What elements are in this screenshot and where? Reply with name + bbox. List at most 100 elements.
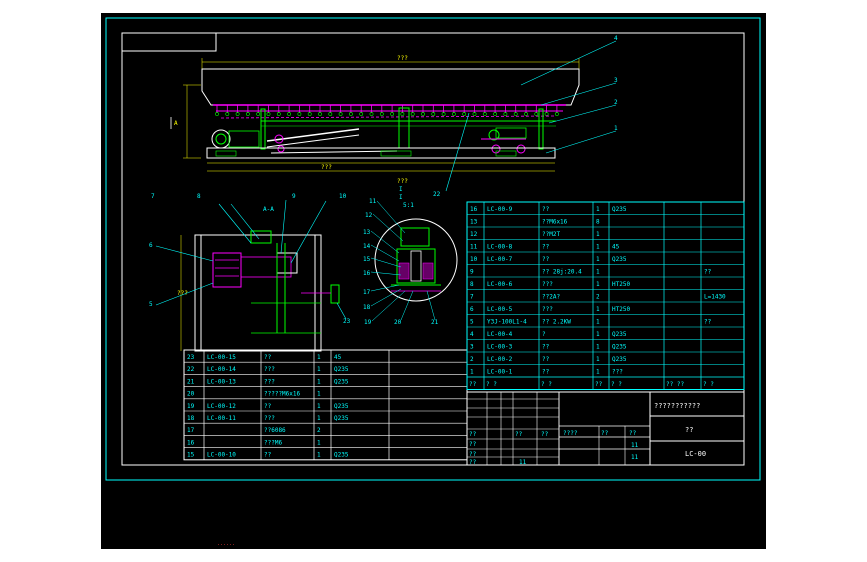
bom-right-code: LC-00-3 — [487, 344, 513, 351]
bom-right-no: 9 — [470, 269, 474, 276]
bom-left-name: ?? — [264, 403, 272, 410]
bom-right-note: ?? — [704, 319, 712, 326]
bom-left-no: 18 — [187, 415, 195, 422]
callout-14: 14 — [363, 243, 371, 250]
callout-19: 19 — [364, 319, 372, 326]
bom-right-qty: 1 — [596, 344, 600, 351]
bom-right-qty: 1 — [596, 206, 600, 213]
bom-right-name: ?? 2.2KW — [542, 319, 571, 326]
bom-left-qty: 1 — [317, 378, 321, 385]
bom-right-code: LC-00-1 — [487, 369, 513, 376]
bom-left-qty: 2 — [317, 427, 321, 434]
bom-right-name: ??? — [542, 306, 553, 313]
bom-left-no: 22 — [187, 366, 195, 373]
bom-right-name: ??? — [542, 281, 553, 288]
tb-mid-value-1: 11 — [631, 442, 639, 449]
detail-leaders — [370, 200, 436, 322]
bom-right-header-cell: ?? ?? — [666, 381, 684, 388]
callout-3: 3 — [614, 77, 618, 84]
bom-right-header-cell: ?? — [595, 381, 603, 388]
detail-view-label: I — [399, 194, 403, 201]
bom-right-code: LC-00-8 — [487, 244, 513, 251]
callout-1: 1 — [614, 125, 618, 132]
bom-right-no: 10 — [470, 256, 478, 263]
callout-17: 17 — [363, 289, 371, 296]
bom-left-no: 16 — [187, 439, 195, 446]
bom-right-mat: 45 — [612, 244, 620, 251]
bom-right-qty: 1 — [596, 306, 600, 313]
callout-5: 5 — [149, 301, 153, 308]
tb-extra-2: 11 — [519, 459, 527, 466]
callout-22: 22 — [433, 191, 441, 198]
bom-right-qty: 1 — [596, 269, 600, 276]
bom-right-name: ?? — [542, 369, 550, 376]
bom-left-mat: Q235 — [334, 378, 349, 385]
bom-left-qty: 1 — [317, 439, 321, 446]
tb-mid-value-2: 11 — [631, 454, 639, 461]
tb-mid-label-0: ???? — [563, 430, 578, 437]
bom-right-no: 4 — [470, 331, 474, 338]
bom-right-mat: HT250 — [612, 281, 630, 288]
tb-sign-1: ?? — [469, 441, 477, 448]
bom-left-no: 23 — [187, 354, 195, 361]
bom-right-no: 11 — [470, 244, 478, 251]
bom-right-mat: HT250 — [612, 306, 630, 313]
tb-sign-3: ?? — [469, 459, 477, 466]
bom-right-qty: 1 — [596, 369, 600, 376]
bom-left-no: 15 — [187, 452, 195, 459]
bom-left-no: 21 — [187, 378, 195, 385]
detail-label: I — [399, 186, 403, 193]
bom-right-note: L=1430 — [704, 294, 726, 301]
bom-left-qty: 1 — [317, 452, 321, 459]
callout-8: 8 — [197, 193, 201, 200]
detail-scale: 5:1 — [403, 202, 414, 209]
detail-view: I 5:1 11 12 13 14 15 16 17 18 19 20 21 — [363, 194, 458, 326]
tb-mid-label-1: ?? — [601, 430, 609, 437]
callout-20: 20 — [394, 319, 402, 326]
bom-right-header-cell: ?? — [469, 381, 477, 388]
bom-right-code: LC-00-2 — [487, 356, 513, 363]
bom-left-no: 19 — [187, 403, 195, 410]
bom-left-name: ???M6 — [264, 439, 282, 446]
bom-right-mat: ??? — [612, 369, 623, 376]
bom-right-name: ??2A? — [542, 294, 560, 301]
bom-left-table: 23 LC-00-15?? 1 4522 LC-00-14??? 1 Q23521 LC-00… — [183, 349, 468, 461]
drawing-name: ??????????? — [654, 402, 700, 410]
bom-right-code: LC-00-5 — [487, 306, 513, 313]
bom-right-no: 1 — [470, 369, 474, 376]
bom-right-name: ?? — [542, 244, 550, 251]
bom-left-name: ??? — [264, 366, 275, 373]
bom-right-name: ?? — [542, 256, 550, 263]
callout-7: 7 — [151, 193, 155, 200]
bom-right-qty: 1 — [596, 244, 600, 251]
dimension-bottom: ??? — [321, 164, 332, 171]
bom-left-mat: Q235 — [334, 366, 349, 373]
bom-right-name: ??M2T — [542, 231, 560, 238]
top-left-box — [121, 32, 217, 52]
bom-left-qty: 1 — [317, 354, 321, 361]
bom-left-code: LC-00-12 — [207, 403, 236, 410]
bom-left-qty: 1 — [317, 366, 321, 373]
callout-21: 21 — [431, 319, 439, 326]
bom-right-no: 13 — [470, 219, 478, 226]
tb-extra-1: ?? — [541, 431, 549, 438]
callout-10: 10 — [339, 193, 347, 200]
bom-right-no: 16 — [470, 206, 478, 213]
bom-right-name: ?? 28j:20.4 — [542, 269, 582, 276]
bom-right-qty: 2 — [596, 294, 600, 301]
company-name: ?? — [685, 426, 693, 434]
bom-right-qty: 1 — [596, 356, 600, 363]
bom-left-qty: 1 — [317, 415, 321, 422]
callout-9: 9 — [292, 193, 296, 200]
title-block: ??????????? ?? LC-00 ???? ?? ?? 11 11 ??… — [466, 391, 745, 466]
bom-left-name: ?? — [264, 452, 272, 459]
callout-4: 4 — [614, 35, 618, 42]
bom-left-code: LC-00-14 — [207, 366, 236, 373]
bom-right-header-cell: ? ? — [611, 381, 622, 388]
roller-row — [215, 105, 559, 116]
callout-18: 18 — [363, 304, 371, 311]
bom-right-table: 16 LC-00-9?? 1 Q23513 ??M6x16 812 ??M2T 111 LC-0… — [466, 201, 745, 390]
bom-right-name: ?? — [542, 344, 550, 351]
bom-right-code: Y3J-100L1-4 — [487, 319, 527, 326]
section-view-title: A-A — [263, 206, 274, 213]
